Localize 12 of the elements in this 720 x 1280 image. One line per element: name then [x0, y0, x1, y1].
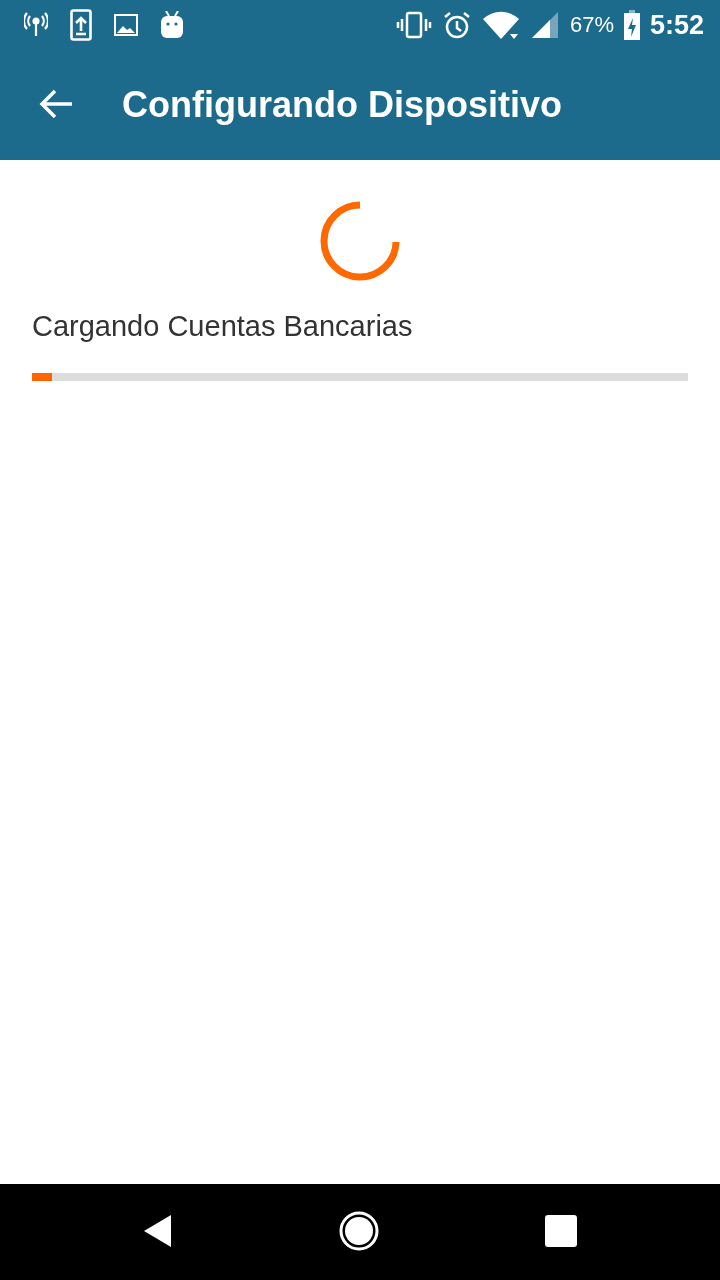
antenna-icon: [24, 12, 48, 38]
battery-charging-icon: [623, 10, 640, 40]
image-icon: [114, 14, 138, 36]
screen-title: Configurando Dispositivo: [122, 84, 562, 126]
upload-icon: [70, 9, 92, 41]
robot-icon: [160, 11, 184, 39]
vibrate-icon: [395, 11, 432, 39]
wifi-icon: [481, 10, 520, 40]
recents-nav-button[interactable]: [545, 1214, 577, 1250]
clock-time: 5:52: [649, 9, 704, 41]
battery-percent: 67%: [569, 12, 614, 38]
loading-message: Cargando Cuentas Bancarias: [32, 310, 414, 343]
